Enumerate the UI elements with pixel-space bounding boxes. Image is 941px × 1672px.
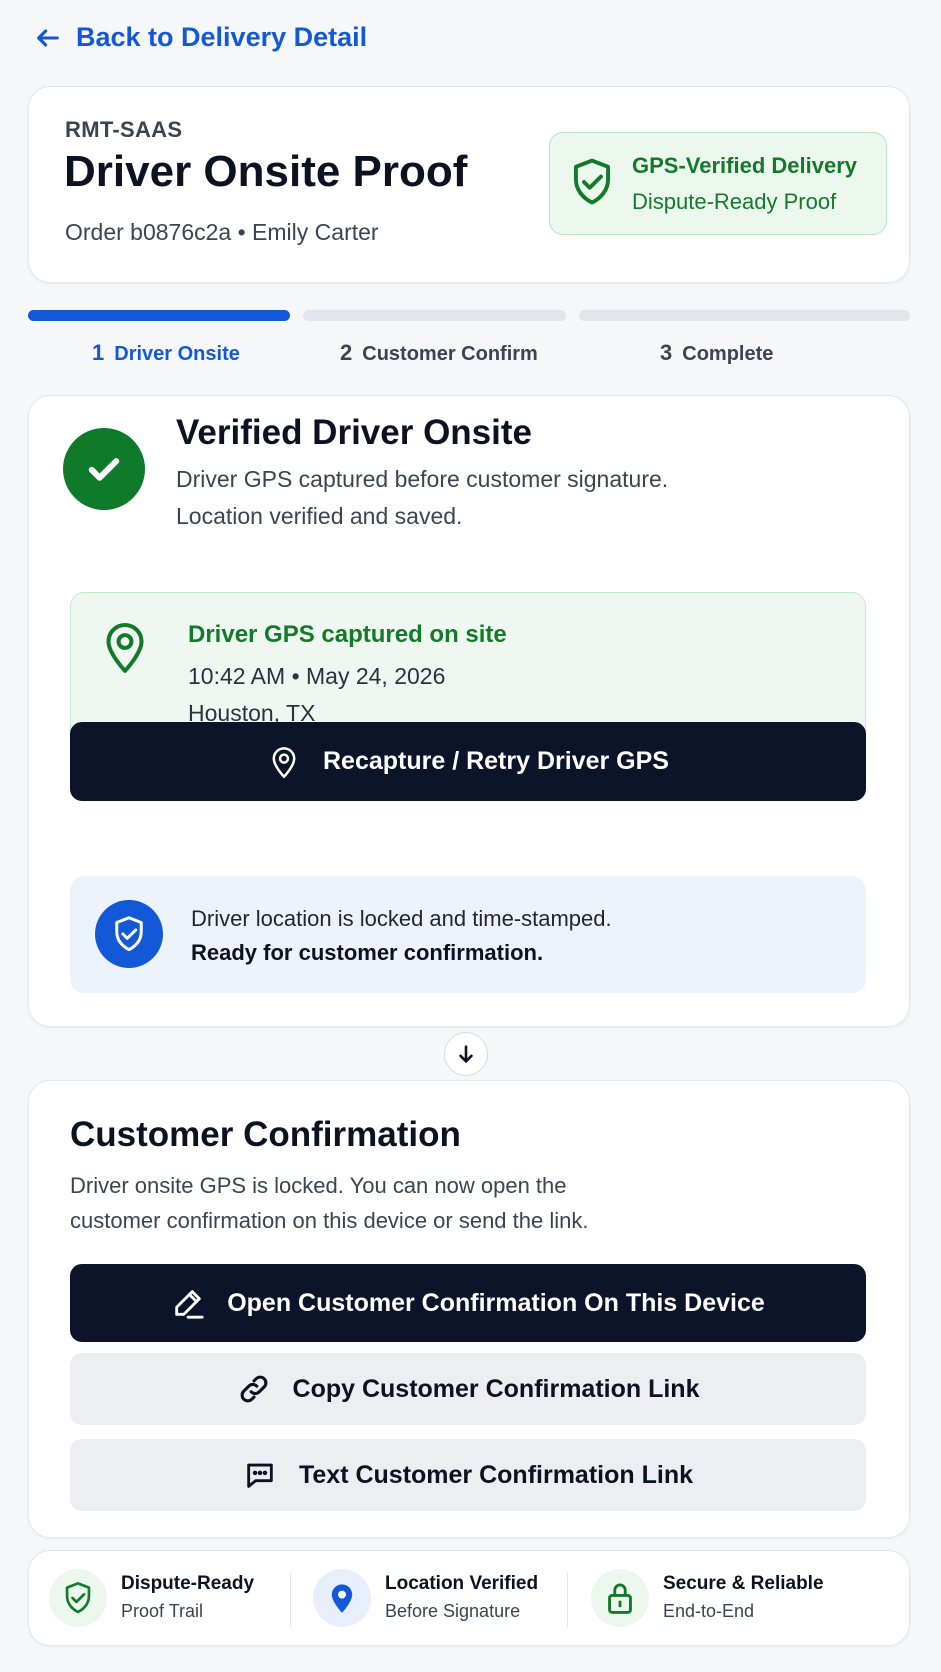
pen-icon bbox=[175, 1290, 204, 1319]
retry-gps-button[interactable]: Recapture / Retry Driver GPS bbox=[70, 722, 866, 801]
gps-timestamp: 10:42 AM • May 24, 2026 bbox=[188, 663, 446, 689]
shield-check-icon bbox=[65, 1582, 91, 1614]
map-pin-icon bbox=[272, 746, 296, 778]
step-driver-onsite: 1 Driver Onsite bbox=[92, 340, 240, 365]
gps-title: Driver GPS captured on site bbox=[188, 621, 507, 648]
retry-gps-label: Recapture / Retry Driver GPS bbox=[323, 747, 669, 775]
driver-onsite-card: Verified Driver Onsite Driver GPS captur… bbox=[28, 395, 910, 1027]
step-arrow bbox=[444, 1032, 488, 1076]
lock-icon bbox=[608, 1583, 632, 1614]
feature-icon-bg bbox=[313, 1569, 371, 1627]
location-locked-notice: Driver location is locked and time-stamp… bbox=[70, 876, 866, 993]
shield-check-icon bbox=[115, 916, 143, 952]
features-footer: Dispute-Ready Proof Trail Location Verif… bbox=[28, 1550, 910, 1646]
confirm-desc-line1: Driver onsite GPS is locked. You can now… bbox=[70, 1173, 567, 1198]
copy-link-button[interactable]: Copy Customer Confirmation Link bbox=[70, 1353, 866, 1425]
feature-title: Dispute-Ready bbox=[121, 1573, 255, 1594]
link-icon bbox=[240, 1375, 267, 1403]
step-2-progress bbox=[303, 310, 566, 321]
footer-divider bbox=[290, 1573, 291, 1627]
open-confirmation-label: Open Customer Confirmation On This Devic… bbox=[227, 1288, 765, 1317]
map-pin-icon bbox=[106, 622, 144, 673]
confirm-title: Customer Confirmation bbox=[70, 1115, 461, 1154]
onsite-desc-line2: Location verified and saved. bbox=[176, 503, 463, 529]
text-link-label: Text Customer Confirmation Link bbox=[298, 1460, 693, 1489]
step-1-progress bbox=[28, 310, 290, 321]
badge-title: GPS-Verified Delivery bbox=[632, 153, 857, 178]
step-complete: 3 Complete bbox=[660, 340, 774, 365]
org-name: RMT-SAAS bbox=[65, 117, 183, 142]
lock-notice-line2: Ready for customer confirmation. bbox=[191, 940, 544, 965]
check-icon bbox=[88, 458, 120, 481]
text-link-button[interactable]: Text Customer Confirmation Link bbox=[70, 1439, 866, 1511]
step-customer-confirm: 2 Customer Confirm bbox=[340, 340, 538, 365]
onsite-desc-line1: Driver GPS captured before customer sign… bbox=[176, 466, 669, 492]
feature-icon-bg bbox=[49, 1569, 107, 1627]
feature-icon-bg bbox=[591, 1569, 649, 1627]
header-card: RMT-SAAS Driver Onsite Proof Order b0876… bbox=[28, 86, 910, 283]
feature-title: Location Verified bbox=[385, 1573, 539, 1594]
gps-verified-badge: GPS-Verified Delivery Dispute-Ready Proo… bbox=[549, 132, 887, 235]
badge-subtitle: Dispute-Ready Proof bbox=[632, 189, 837, 214]
step-3-progress bbox=[579, 310, 910, 321]
feature-title: Secure & Reliable bbox=[663, 1573, 824, 1594]
lock-notice-line1: Driver location is locked and time-stamp… bbox=[191, 906, 612, 931]
confirm-desc-line2: customer confirmation on this device or … bbox=[70, 1208, 589, 1233]
message-icon bbox=[247, 1463, 273, 1488]
copy-link-label: Copy Customer Confirmation Link bbox=[292, 1374, 700, 1403]
arrow-down-icon bbox=[459, 1045, 473, 1063]
arrow-left-icon bbox=[37, 28, 59, 47]
order-subtitle: Order b0876c2a • Emily Carter bbox=[65, 219, 379, 245]
onsite-title: Verified Driver Onsite bbox=[176, 413, 532, 452]
back-link[interactable]: Back to Delivery Detail bbox=[34, 22, 367, 53]
map-pin-icon bbox=[331, 1584, 353, 1613]
feature-subtitle: Before Signature bbox=[385, 1601, 521, 1621]
customer-confirmation-card: Customer Confirmation Driver onsite GPS … bbox=[28, 1080, 910, 1538]
verified-check-badge bbox=[63, 428, 145, 510]
feature-subtitle: End-to-End bbox=[663, 1601, 755, 1621]
open-confirmation-button[interactable]: Open Customer Confirmation On This Devic… bbox=[70, 1264, 866, 1342]
back-link-label: Back to Delivery Detail bbox=[76, 22, 368, 52]
footer-divider bbox=[567, 1573, 568, 1627]
page-title: Driver Onsite Proof bbox=[64, 147, 468, 196]
feature-subtitle: Proof Trail bbox=[121, 1601, 204, 1621]
shield-check-icon bbox=[573, 158, 611, 205]
shield-badge bbox=[95, 900, 163, 968]
